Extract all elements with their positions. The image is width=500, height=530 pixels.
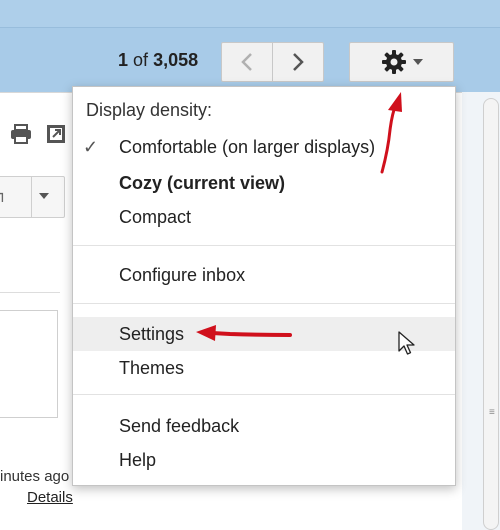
density-comfortable-label: Comfortable (on larger displays): [119, 137, 376, 157]
chevron-left-icon: [241, 53, 252, 71]
display-density-heading: Display density:: [86, 100, 213, 120]
older-button[interactable]: [272, 42, 324, 82]
density-cozy-label: Cozy (current view): [119, 173, 286, 193]
menu-divider: [73, 394, 455, 395]
scrollbar[interactable]: ≡: [483, 98, 499, 530]
newer-button[interactable]: [221, 42, 273, 82]
density-compact-label: Compact: [119, 207, 192, 227]
message-time: inutes ago: [0, 468, 70, 485]
density-comfortable[interactable]: ✓ Comfortable (on larger displays): [73, 130, 455, 164]
settings-button[interactable]: [349, 42, 454, 82]
menu-divider: [73, 245, 455, 246]
pager-of: of: [133, 50, 149, 70]
pager-total: 3,058: [153, 50, 199, 70]
density-compact[interactable]: Compact: [73, 200, 455, 234]
message-actions: [10, 124, 66, 144]
settings-menu: Display density: ✓ Comfortable (on large…: [72, 86, 456, 486]
pane-divider: [0, 292, 60, 293]
more-options-chevron-icon[interactable]: [39, 193, 49, 199]
reply-divider: [31, 177, 32, 217]
gear-icon: [381, 50, 406, 74]
help-item[interactable]: Help: [73, 443, 455, 477]
configure-inbox-item[interactable]: Configure inbox: [73, 258, 455, 292]
checkmark-icon: ✓: [83, 137, 99, 157]
toolbar-strip: [0, 0, 500, 28]
details-link[interactable]: Details: [27, 489, 73, 506]
print-icon[interactable]: [10, 124, 32, 144]
reply-icon[interactable]: ↰: [0, 187, 6, 207]
new-window-icon[interactable]: [46, 124, 66, 144]
pagination-label: 1 of 3,058: [118, 50, 198, 71]
reply-box[interactable]: [0, 310, 58, 418]
reply-button-group[interactable]: ↰: [0, 176, 65, 218]
mouse-cursor-icon: [398, 331, 415, 355]
send-feedback-label: Send feedback: [119, 416, 240, 436]
pager-current: 1: [118, 50, 129, 70]
chevron-down-icon: [412, 59, 423, 65]
help-label: Help: [119, 450, 157, 470]
chevron-right-icon: [293, 53, 304, 71]
scrollbar-grip: ≡: [489, 407, 495, 418]
themes-label: Themes: [119, 358, 185, 378]
density-cozy[interactable]: Cozy (current view): [73, 166, 455, 200]
settings-label: Settings: [119, 324, 185, 344]
send-feedback-item[interactable]: Send feedback: [73, 409, 455, 443]
configure-inbox-label: Configure inbox: [119, 265, 246, 285]
menu-divider: [73, 303, 455, 304]
